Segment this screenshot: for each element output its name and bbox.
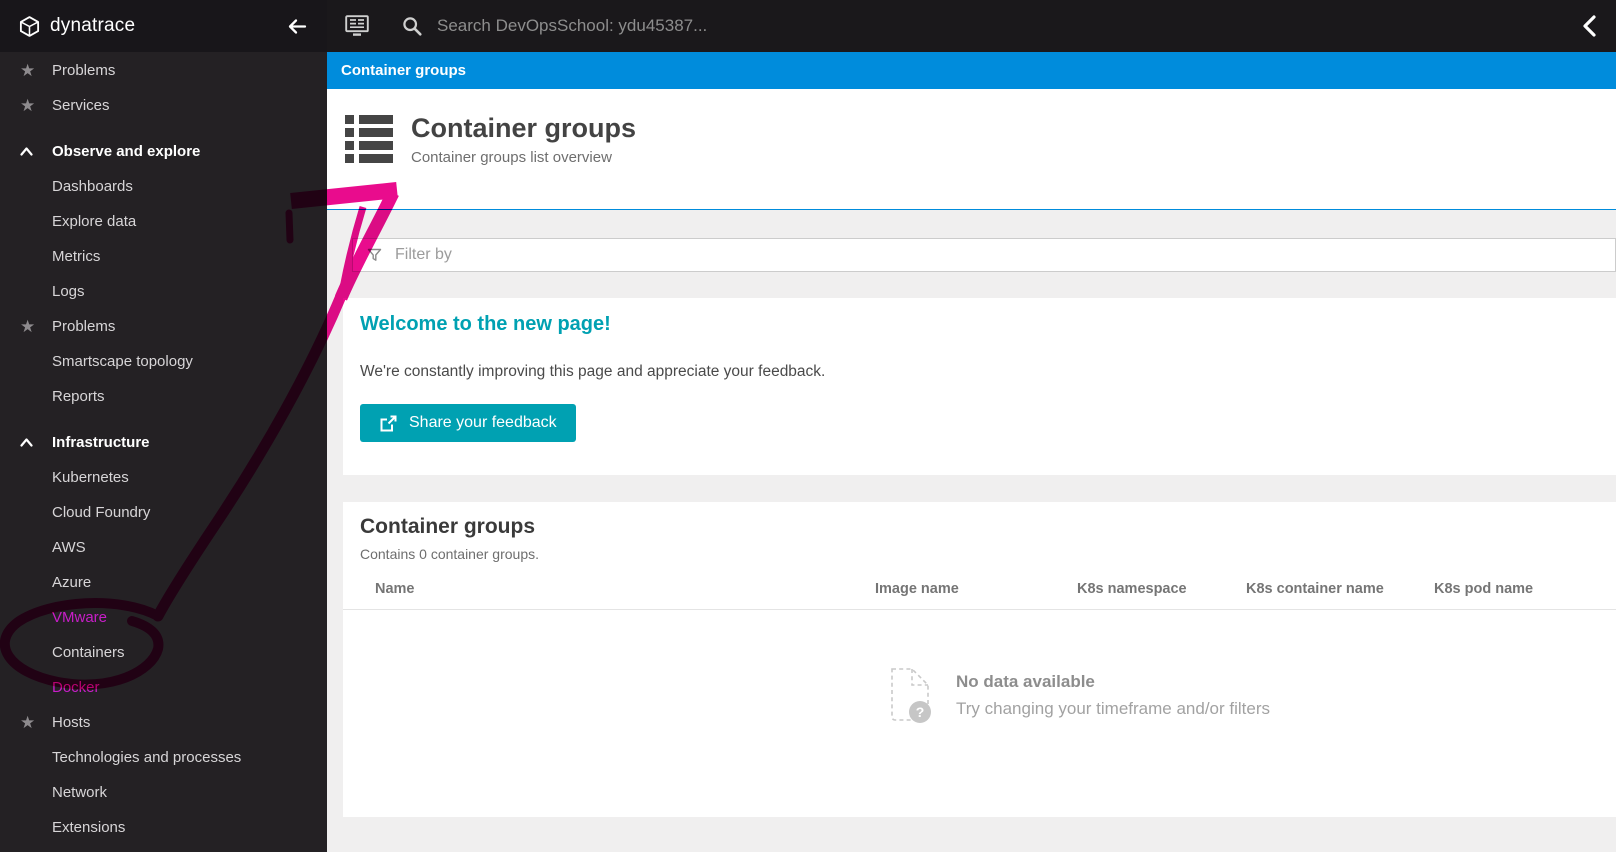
column-header-image-name: Image name — [875, 581, 959, 597]
search-input[interactable] — [435, 15, 1582, 37]
sidebar-item-label: Logs — [52, 283, 85, 300]
dashboard-icon[interactable] — [345, 15, 369, 37]
sidebar-item-logs[interactable]: Logs — [0, 274, 327, 309]
sidebar-item-label: Explore data — [52, 213, 137, 230]
topbar — [327, 0, 1616, 52]
empty-state-title: No data available — [956, 672, 1095, 691]
welcome-body: We're constantly improving this page and… — [360, 363, 826, 380]
sidebar-nav: ★ Problems ★ Services Observe and explore Das… — [0, 52, 327, 845]
sidebar-item-aws[interactable]: AWS — [0, 530, 327, 565]
sidebar-item-label: Observe and explore — [52, 143, 201, 160]
sidebar-item-label: Infrastructure — [52, 434, 150, 451]
sidebar-item-extensions[interactable]: Extensions — [0, 810, 327, 845]
column-header-k8s-container-name: K8s container name — [1246, 581, 1384, 597]
sidebar-item-reports[interactable]: Reports — [0, 379, 327, 414]
filter-bar — [352, 238, 1616, 272]
column-header-k8s-pod-name: K8s pod name — [1434, 581, 1534, 597]
sidebar-item-label: Problems — [52, 318, 116, 335]
star-icon: ★ — [20, 713, 36, 732]
empty-state: ? No data available Try changing your ti… — [888, 666, 1616, 724]
sidebar-item-label: Metrics — [52, 248, 101, 265]
sidebar-item-cloud-foundry[interactable]: Cloud Foundry — [0, 495, 327, 530]
sidebar-item-smartscape-topology[interactable]: Smartscape topology — [0, 344, 327, 379]
sidebar-item-containers[interactable]: Containers — [0, 635, 327, 670]
sidebar-item-label: Network — [52, 784, 108, 801]
sidebar-item-azure[interactable]: Azure — [0, 565, 327, 600]
welcome-title: Welcome to the new page! — [360, 313, 611, 335]
sidebar-header: dynatrace — [0, 0, 327, 52]
chevron-up-icon — [20, 147, 52, 156]
sidebar-item-label: Kubernetes — [52, 469, 129, 486]
star-icon: ★ — [20, 96, 36, 115]
page-subtitle: Container groups list overview — [411, 149, 612, 167]
sidebar-item-docker[interactable]: Docker — [0, 670, 327, 705]
breadcrumb-bar: Container groups — [327, 52, 1616, 89]
no-data-document-icon: ? — [888, 666, 934, 724]
empty-state-hint: Try changing your timeframe and/or filte… — [956, 699, 1270, 718]
column-header-k8s-namespace: K8s namespace — [1077, 581, 1187, 597]
chevron-left-icon[interactable] — [1582, 15, 1596, 37]
sidebar-item-technologies-and-processes[interactable]: Technologies and processes — [0, 740, 327, 775]
sidebar-item-infrastructure[interactable]: Infrastructure — [0, 425, 327, 460]
sidebar-item-problems[interactable]: ★ Problems — [0, 53, 327, 88]
column-header-name: Name — [375, 581, 415, 597]
sidebar-item-label: Docker — [52, 679, 100, 696]
external-link-icon — [379, 414, 398, 433]
list-icon — [345, 114, 393, 164]
star-icon: ★ — [20, 61, 36, 80]
logo-text: dynatrace — [50, 15, 136, 36]
sidebar-item-metrics[interactable]: Metrics — [0, 239, 327, 274]
sidebar-item-explore-data[interactable]: Explore data — [0, 204, 327, 239]
breadcrumb[interactable]: Container groups — [341, 62, 466, 79]
sidebar-item-label: Services — [52, 97, 110, 114]
sidebar: dynatrace ★ Problems ★ Services Observe and … — [0, 0, 327, 852]
share-feedback-label: Share your feedback — [409, 414, 557, 431]
sidebar-item-label: Azure — [52, 574, 92, 591]
table-subtitle: Contains 0 container groups. — [360, 546, 539, 562]
sidebar-item-label: VMware — [52, 609, 108, 626]
sidebar-item-label: Hosts — [52, 714, 91, 731]
collapse-sidebar-icon[interactable] — [287, 18, 307, 35]
sidebar-item-label: Smartscape topology — [52, 353, 193, 370]
chevron-up-icon — [20, 438, 52, 447]
sidebar-item-network[interactable]: Network — [0, 775, 327, 810]
sidebar-item-vmware[interactable]: VMware — [0, 600, 327, 635]
sidebar-item-dashboards[interactable]: Dashboards — [0, 169, 327, 204]
table-title: Container groups — [360, 515, 536, 538]
sidebar-item-label: Problems — [52, 62, 116, 79]
dynatrace-logo-icon — [18, 15, 41, 38]
table-header-row: Name Image name K8s namespace K8s container… — [343, 562, 1616, 610]
sidebar-item-observe-and-explore[interactable]: Observe and explore — [0, 134, 327, 169]
sidebar-item-problems[interactable]: ★ Problems — [0, 309, 327, 344]
svg-text:?: ? — [916, 704, 925, 720]
container-groups-card: Container groups Contains 0 container gr… — [343, 502, 1616, 817]
sidebar-item-label: Reports — [52, 388, 105, 405]
page-title: Container groups — [411, 113, 637, 143]
filter-input[interactable] — [393, 245, 1615, 265]
sidebar-item-label: Technologies and processes — [52, 749, 242, 766]
sidebar-item-hosts[interactable]: ★ Hosts — [0, 705, 327, 740]
sidebar-item-label: Cloud Foundry — [52, 504, 151, 521]
filter-icon — [367, 248, 382, 262]
star-icon: ★ — [20, 317, 36, 336]
sidebar-item-label: Containers — [52, 644, 125, 661]
sidebar-item-kubernetes[interactable]: Kubernetes — [0, 460, 327, 495]
search-icon[interactable] — [402, 16, 423, 37]
sidebar-item-label: AWS — [52, 539, 86, 556]
sidebar-item-label: Extensions — [52, 819, 126, 836]
sidebar-item-services[interactable]: ★ Services — [0, 88, 327, 123]
share-feedback-button[interactable]: Share your feedback — [360, 404, 576, 442]
sidebar-item-label: Dashboards — [52, 178, 133, 195]
welcome-card: Welcome to the new page! We're constantl… — [343, 298, 1616, 475]
page-header: Container groups Container groups list o… — [327, 89, 1616, 210]
